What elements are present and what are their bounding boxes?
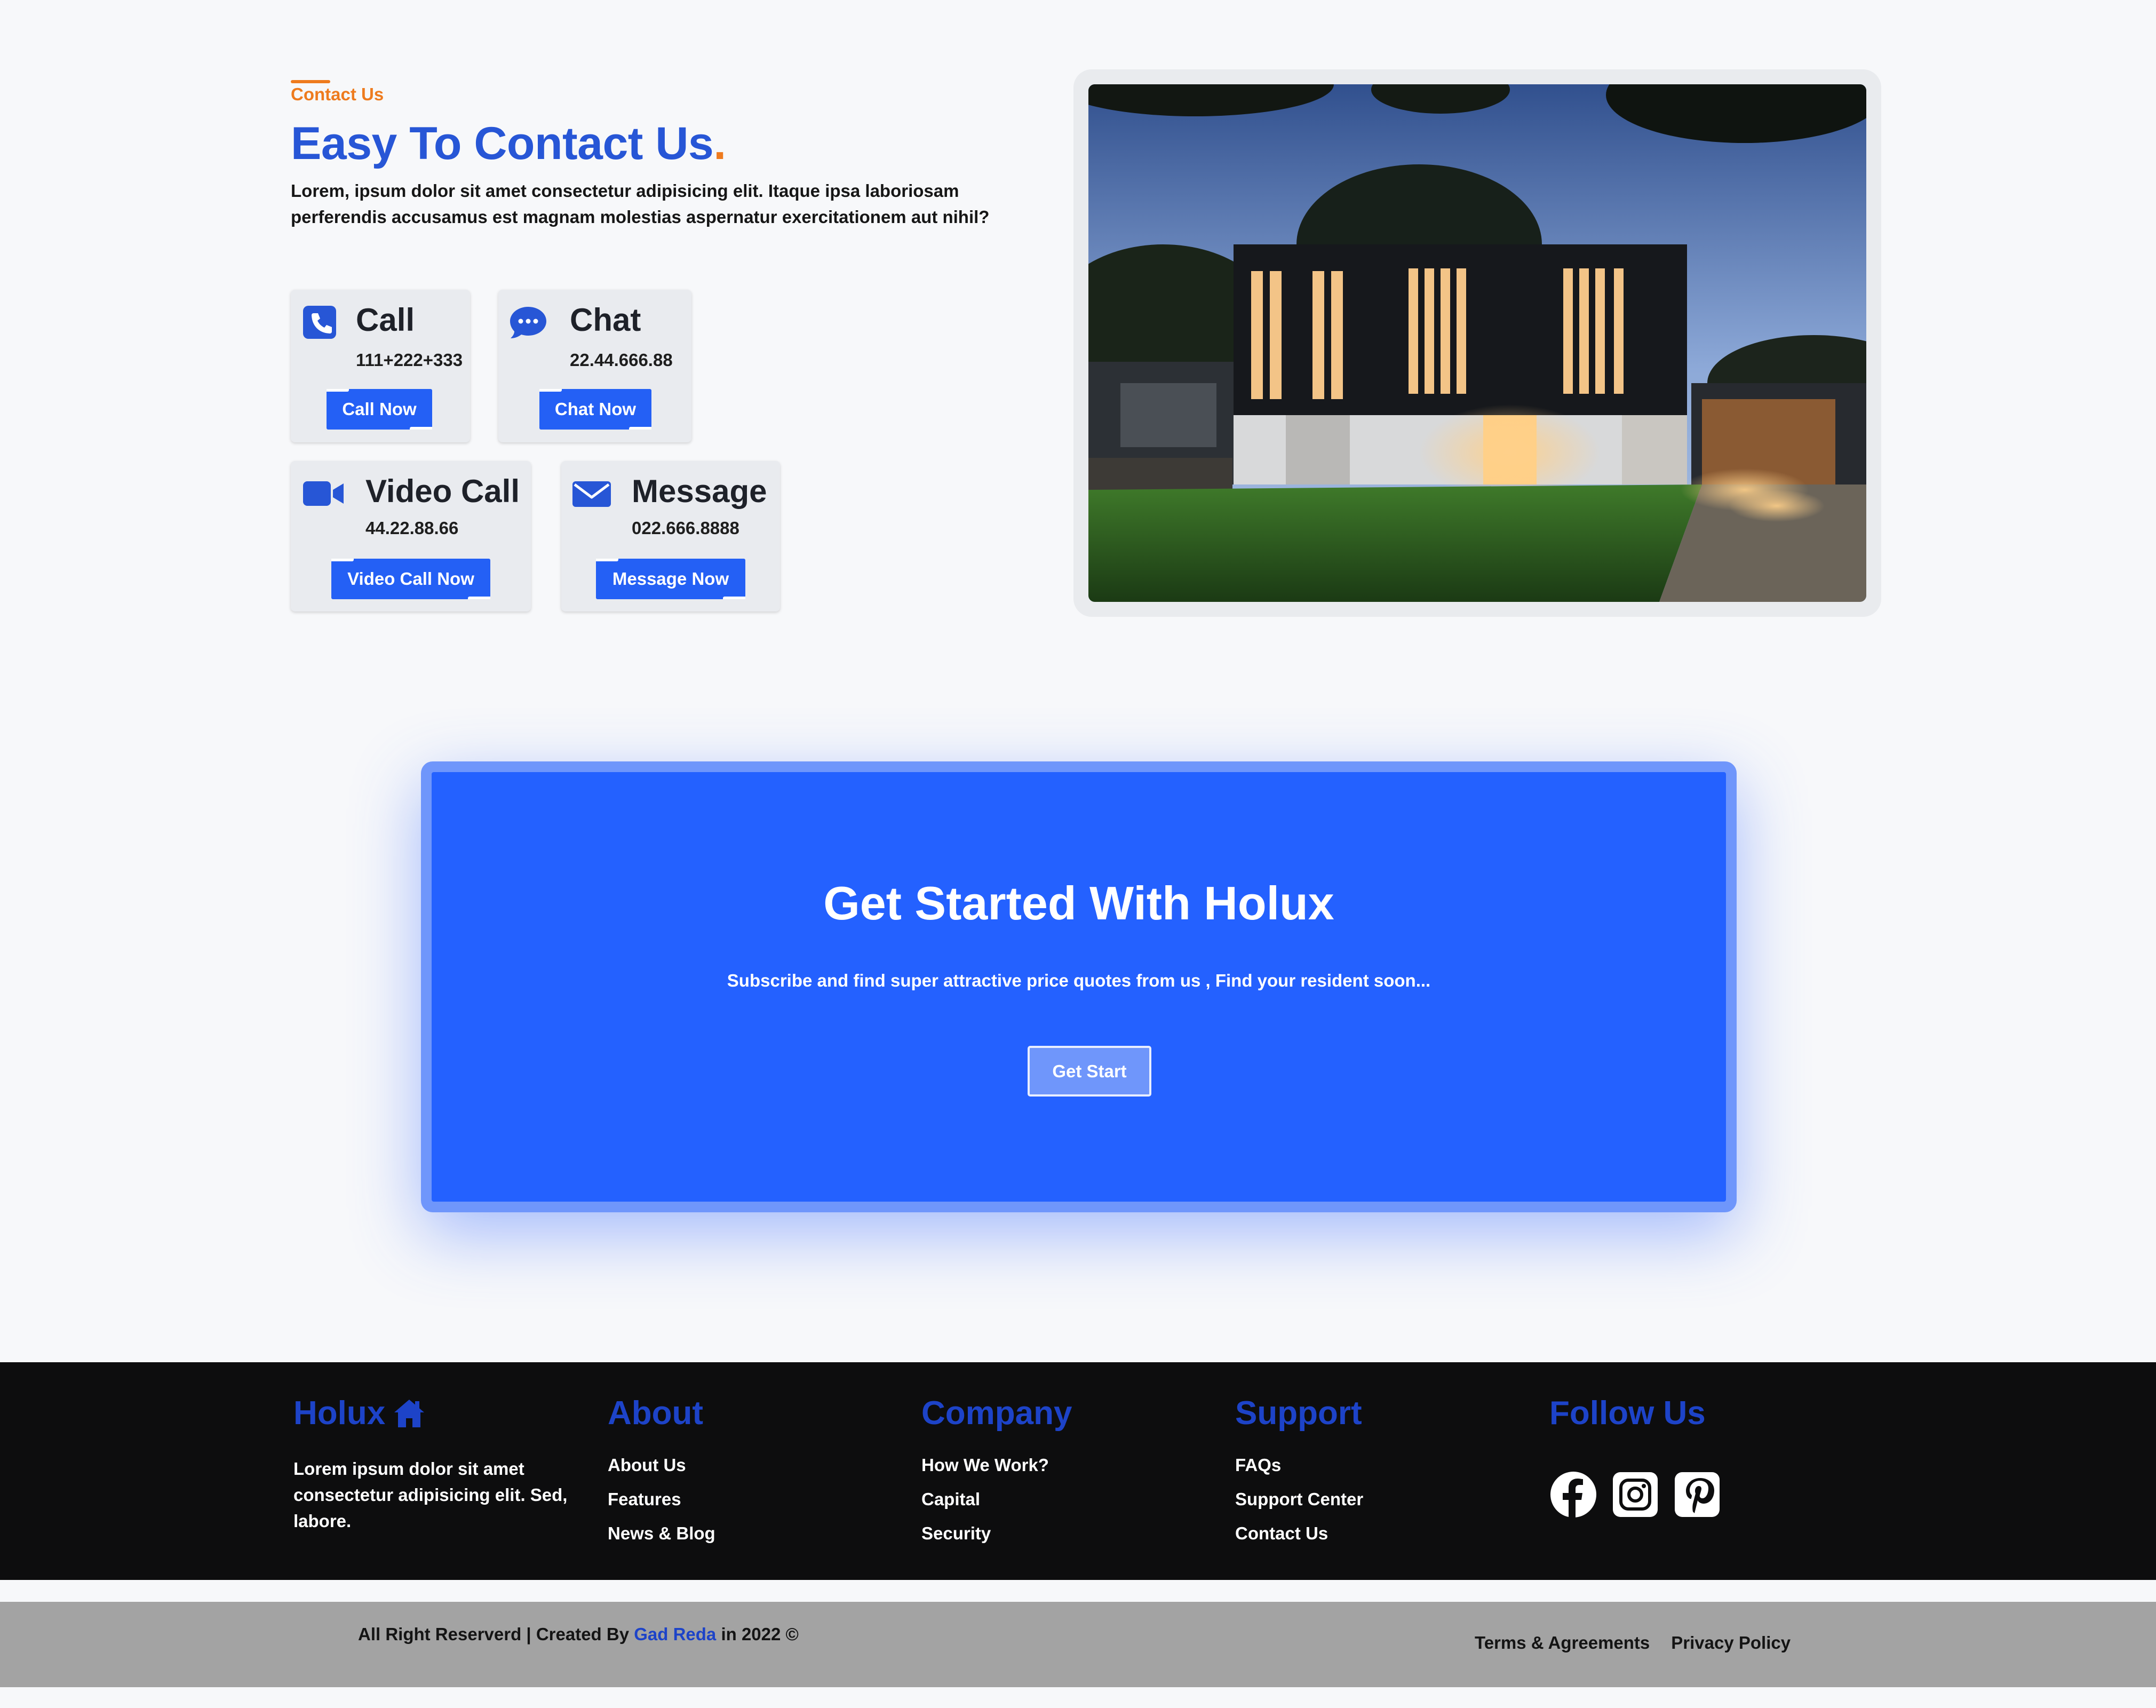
- legal-links: Terms & Agreements Privacy Policy: [1475, 1633, 1791, 1653]
- footer-link-support-center[interactable]: Support Center: [1235, 1482, 1363, 1516]
- footer-support-column: Support FAQs Support Center Contact Us: [1235, 1394, 1363, 1551]
- video-call-number: 44.22.88.66: [365, 518, 459, 538]
- footer: Holux Lorem ipsum dolor sit amet consect…: [0, 1362, 2156, 1580]
- footer-support-title: Support: [1235, 1395, 1362, 1432]
- footer-link-features[interactable]: Features: [608, 1482, 715, 1516]
- contact-description: Lorem, ipsum dolor sit amet consectetur …: [291, 181, 990, 227]
- footer-about-column: About About Us Features News & Blog: [608, 1394, 715, 1551]
- bottom-bar: All Right Reserverd | Created By Gad Red…: [0, 1602, 2156, 1687]
- message-card: Message 022.666.8888 Message Now: [561, 461, 780, 611]
- message-title: Message: [632, 473, 767, 509]
- section-eyebrow: Contact Us: [291, 80, 384, 105]
- chat-title: Chat: [570, 302, 641, 338]
- footer-company-title: Company: [921, 1395, 1072, 1432]
- footer-brand[interactable]: Holux: [293, 1394, 582, 1432]
- terms-link[interactable]: Terms & Agreements: [1475, 1633, 1650, 1653]
- cta-panel: Get Started With Holux Subscribe and fin…: [432, 772, 1726, 1202]
- call-now-button[interactable]: Call Now: [327, 389, 432, 430]
- phone-icon: [303, 306, 336, 339]
- cta-title: Get Started With Holux: [823, 877, 1334, 930]
- footer-about-title: About: [608, 1395, 704, 1432]
- footer-link-news-blog[interactable]: News & Blog: [608, 1516, 715, 1551]
- chat-now-button[interactable]: Chat Now: [539, 389, 651, 430]
- cta-subtitle: Subscribe and find super attractive pric…: [727, 971, 1431, 990]
- house-icon: [394, 1399, 425, 1427]
- chat-card: Chat 22.44.666.88 Chat Now: [498, 290, 691, 442]
- video-camera-icon: [303, 481, 344, 506]
- copyright-text: All Right Reserverd | Created By Gad Red…: [358, 1624, 799, 1644]
- call-number: 111+222+333: [356, 350, 463, 370]
- footer-brand-description: Lorem ipsum dolor sit amet consectetur a…: [293, 1459, 568, 1531]
- headline-dot: .: [713, 118, 726, 169]
- call-title: Call: [356, 302, 415, 338]
- call-card: Call 111+222+333 Call Now: [291, 290, 470, 442]
- footer-link-faqs[interactable]: FAQs: [1235, 1448, 1363, 1482]
- footer-follow-title: Follow Us: [1549, 1395, 1706, 1432]
- contact-headline: Easy To Contact Us.: [291, 118, 726, 169]
- footer-link-capital[interactable]: Capital: [921, 1482, 1072, 1516]
- video-call-card: Video Call 44.22.88.66 Video Call Now: [291, 461, 531, 611]
- privacy-policy-link[interactable]: Privacy Policy: [1671, 1633, 1791, 1653]
- chat-number: 22.44.666.88: [570, 350, 673, 370]
- footer-link-about-us[interactable]: About Us: [608, 1448, 715, 1482]
- house-photo: [1088, 84, 1866, 602]
- facebook-icon[interactable]: [1549, 1471, 1597, 1519]
- cta-banner: Get Started With Holux Subscribe and fin…: [421, 761, 1737, 1212]
- chat-bubble-icon: [510, 307, 546, 338]
- video-call-now-button[interactable]: Video Call Now: [331, 559, 490, 599]
- get-start-button[interactable]: Get Start: [1028, 1046, 1151, 1097]
- footer-link-security[interactable]: Security: [921, 1516, 1072, 1551]
- message-now-button[interactable]: Message Now: [596, 559, 745, 599]
- footer-link-contact-us[interactable]: Contact Us: [1235, 1516, 1363, 1551]
- pinterest-icon[interactable]: [1673, 1471, 1721, 1519]
- instagram-icon[interactable]: [1611, 1471, 1659, 1519]
- contact-section: Contact Us Easy To Contact Us. Lorem, ip…: [291, 80, 1038, 230]
- house-photo-frame: [1073, 69, 1881, 617]
- video-call-title: Video Call: [365, 473, 520, 509]
- envelope-icon: [572, 481, 611, 507]
- footer-brand-column: Holux Lorem ipsum dolor sit amet consect…: [293, 1394, 582, 1534]
- footer-link-how-we-work[interactable]: How We Work?: [921, 1448, 1072, 1482]
- footer-company-column: Company How We Work? Capital Security: [921, 1394, 1072, 1551]
- author-link[interactable]: Gad Reda: [634, 1624, 716, 1644]
- brand-name: Holux: [293, 1395, 386, 1432]
- footer-follow-column: Follow Us: [1549, 1394, 1721, 1519]
- social-links: [1549, 1471, 1721, 1519]
- message-number: 022.666.8888: [632, 518, 739, 538]
